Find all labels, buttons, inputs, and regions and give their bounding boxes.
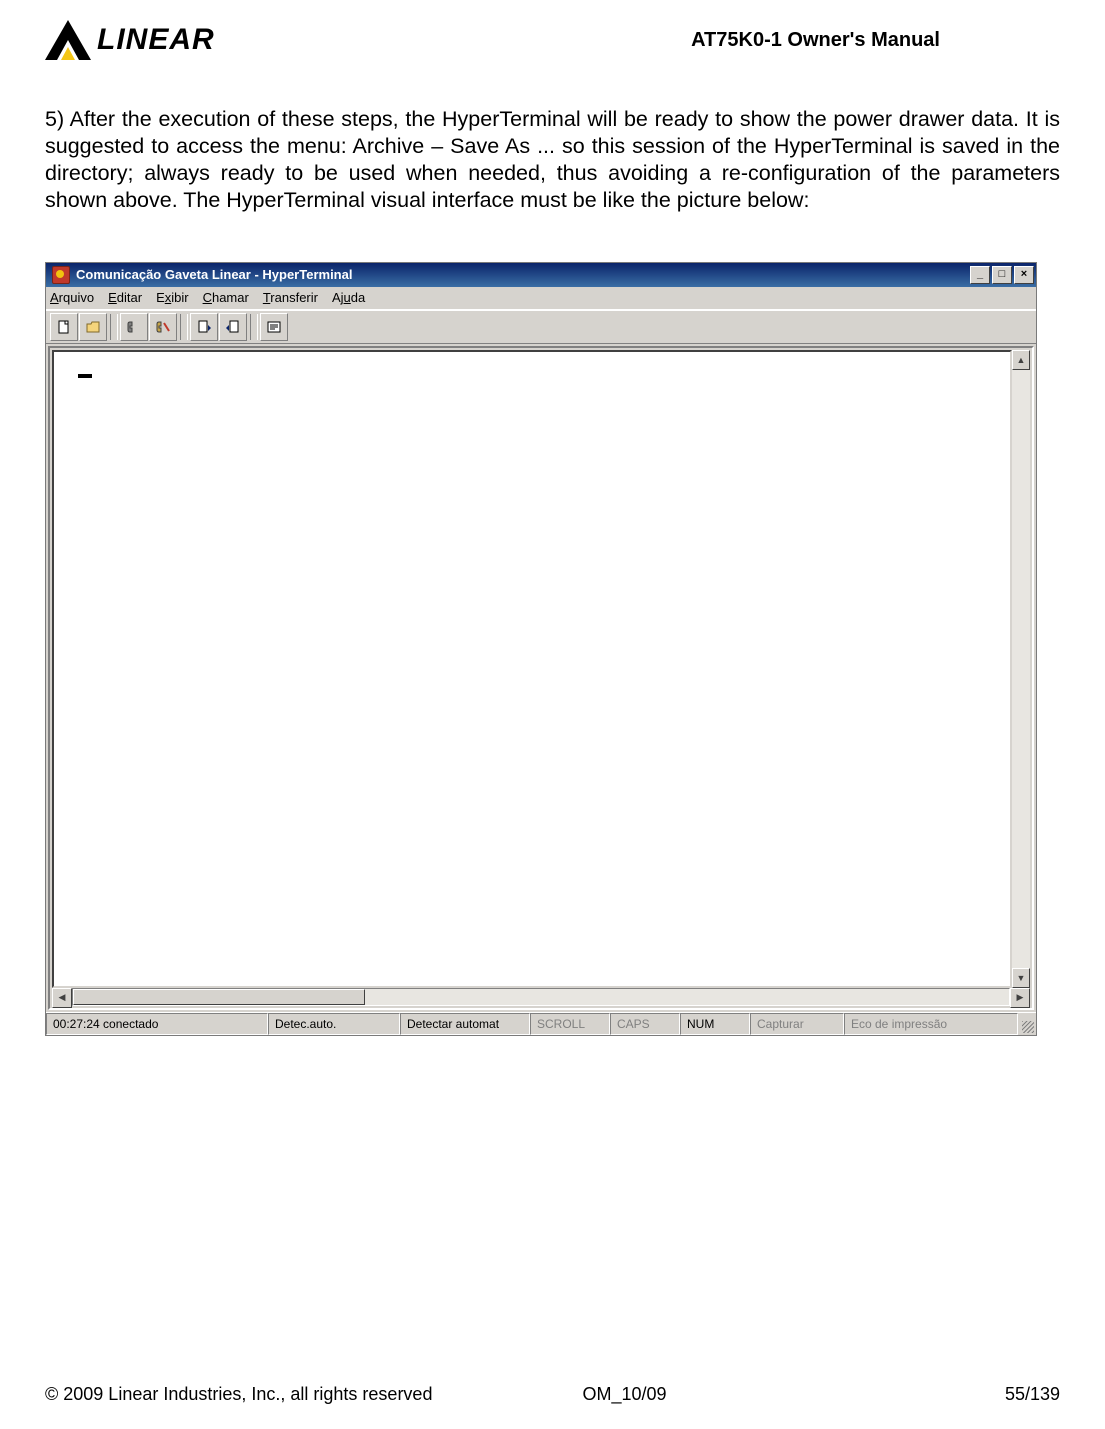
toolbar <box>46 310 1036 344</box>
status-capture: Capturar <box>750 1013 844 1035</box>
footer-copyright: © 2009 Linear Industries, Inc., all righ… <box>45 1384 432 1405</box>
toolbar-receive-button[interactable] <box>219 313 247 341</box>
close-button[interactable]: × <box>1014 266 1034 284</box>
text-cursor <box>78 374 92 378</box>
status-caps: CAPS <box>610 1013 680 1035</box>
window-title: Comunicação Gaveta Linear - HyperTermina… <box>76 267 352 282</box>
minimize-icon: _ <box>977 269 983 280</box>
chevron-down-icon: ▼ <box>1017 973 1026 983</box>
properties-icon <box>266 319 282 335</box>
toolbar-new-button[interactable] <box>50 313 78 341</box>
receive-file-icon <box>225 319 241 335</box>
status-connection-time: 00:27:24 conectado <box>46 1013 268 1035</box>
scroll-left-button[interactable]: ◀ <box>52 988 72 1008</box>
statusbar: 00:27:24 conectado Detec.auto. Detectar … <box>46 1012 1036 1035</box>
logo-text: LINEAR <box>97 23 215 57</box>
menu-arquivo[interactable]: Arquivo <box>50 290 94 305</box>
toolbar-separator <box>250 314 258 340</box>
toolbar-disconnect-button[interactable] <box>149 313 177 341</box>
maximize-icon: □ <box>999 269 1006 280</box>
new-file-icon <box>56 319 72 335</box>
titlebar[interactable]: Comunicação Gaveta Linear - HyperTermina… <box>46 263 1036 287</box>
status-scroll: SCROLL <box>530 1013 610 1035</box>
page-header: LINEAR AT75K0-1 Owner's Manual <box>45 10 1060 70</box>
titlebar-left: Comunicação Gaveta Linear - HyperTermina… <box>48 266 352 284</box>
menu-editar[interactable]: Editar <box>108 290 142 305</box>
terminal-output[interactable] <box>52 350 1012 988</box>
toolbar-open-button[interactable] <box>79 313 107 341</box>
hyperterminal-window: Comunicação Gaveta Linear - HyperTermina… <box>45 262 1037 1036</box>
send-file-icon <box>196 319 212 335</box>
menu-exibir[interactable]: Exibir <box>156 290 189 305</box>
scroll-right-button[interactable]: ▶ <box>1010 988 1030 1008</box>
chevron-up-icon: ▲ <box>1017 355 1026 365</box>
app-icon <box>52 266 70 284</box>
menubar: Arquivo Editar Exibir Chamar Transferir … <box>46 287 1036 310</box>
phone-icon <box>126 319 142 335</box>
scroll-track[interactable] <box>72 988 1010 1006</box>
scroll-thumb[interactable] <box>73 989 365 1005</box>
toolbar-send-button[interactable] <box>190 313 218 341</box>
resize-grip[interactable] <box>1018 1013 1036 1035</box>
toolbar-call-button[interactable] <box>120 313 148 341</box>
window-buttons: _ □ × <box>970 266 1034 284</box>
status-echo: Eco de impressão <box>844 1013 1018 1035</box>
chevron-right-icon: ▶ <box>1017 992 1024 1003</box>
scroll-down-button[interactable]: ▼ <box>1012 968 1030 988</box>
logo: LINEAR <box>45 20 215 60</box>
menu-chamar[interactable]: Chamar <box>203 290 249 305</box>
open-folder-icon <box>85 319 101 335</box>
instruction-paragraph: 5) After the execution of these steps, t… <box>45 106 1060 214</box>
vertical-scrollbar[interactable]: ▲ ▼ <box>1012 350 1030 988</box>
horizontal-scrollbar[interactable]: ◀ ▶ <box>52 988 1030 1006</box>
client-area: ▲ ▼ ◀ ▶ <box>48 346 1034 1010</box>
page: LINEAR AT75K0-1 Owner's Manual 5) After … <box>0 0 1105 1429</box>
client-inner: ▲ ▼ <box>50 348 1032 988</box>
page-footer: © 2009 Linear Industries, Inc., all righ… <box>45 1384 1060 1405</box>
status-autodetect: Detec.auto. <box>268 1013 400 1035</box>
minimize-button[interactable]: _ <box>970 266 990 284</box>
footer-docid: OM_10/09 <box>583 1384 667 1405</box>
toolbar-properties-button[interactable] <box>260 313 288 341</box>
manual-title: AT75K0-1 Owner's Manual <box>691 29 940 52</box>
toolbar-separator <box>180 314 188 340</box>
status-autodetect-full: Detectar automat <box>400 1013 530 1035</box>
scroll-track[interactable] <box>1012 370 1030 968</box>
menu-transferir[interactable]: Transferir <box>263 290 318 305</box>
maximize-button[interactable]: □ <box>992 266 1012 284</box>
disconnect-icon <box>155 319 171 335</box>
menu-ajuda[interactable]: Ajuda <box>332 290 365 305</box>
chevron-left-icon: ◀ <box>59 992 66 1003</box>
close-icon: × <box>1021 269 1027 280</box>
toolbar-separator <box>110 314 118 340</box>
scroll-up-button[interactable]: ▲ <box>1012 350 1030 370</box>
terminal-wrap <box>50 348 1012 988</box>
footer-pagenum: 55/139 <box>1005 1384 1060 1405</box>
status-num: NUM <box>680 1013 750 1035</box>
logo-icon <box>45 20 91 60</box>
